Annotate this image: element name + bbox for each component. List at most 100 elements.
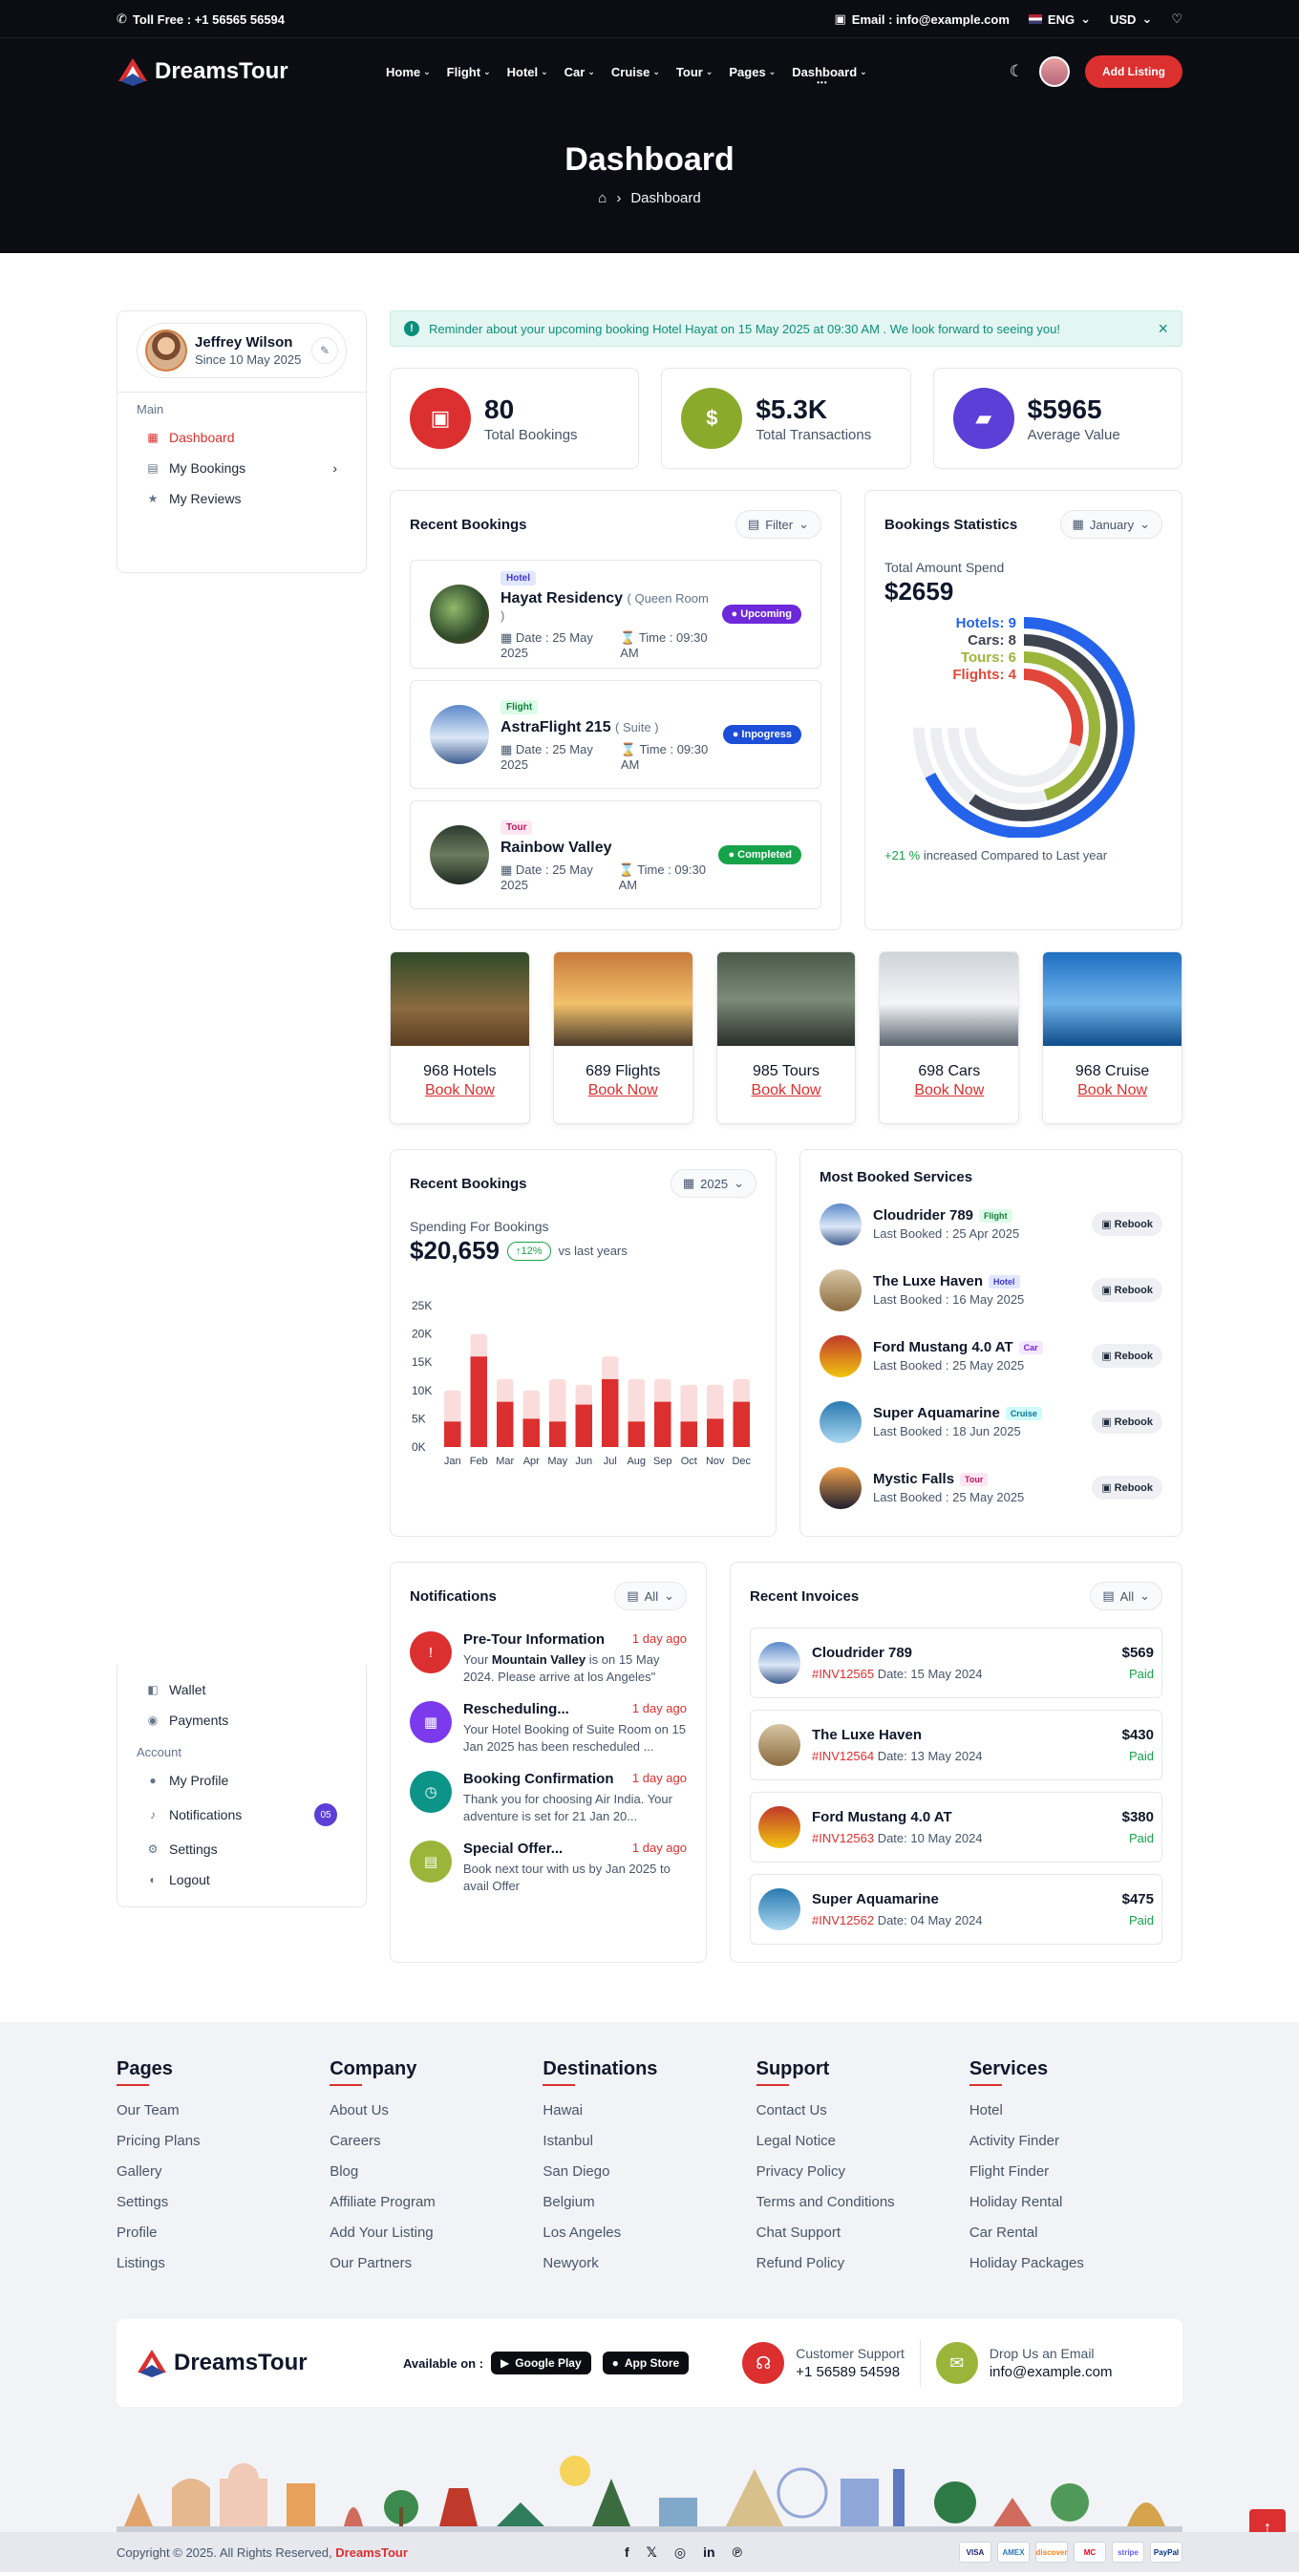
footer-link[interactable]: Settings <box>117 2187 330 2218</box>
x-icon[interactable]: 𝕏 <box>647 2544 657 2561</box>
footer-link[interactable]: Legal Notice <box>756 2126 969 2157</box>
notification-item[interactable]: ▤ Special Offer... 1 day ago Book next tour… <box>391 1841 706 1895</box>
user-avatar[interactable] <box>1039 56 1070 87</box>
footer-link[interactable]: Listings <box>117 2248 330 2279</box>
footer-link[interactable]: Profile <box>117 2218 330 2248</box>
book-now-link[interactable]: Book Now <box>717 1082 856 1099</box>
invoice-row[interactable]: Super Aquamarine #INV12562 Date: 04 May 2… <box>750 1874 1162 1945</box>
footer-link[interactable]: Belgium <box>543 2187 756 2218</box>
footer-link[interactable]: Refund Policy <box>756 2248 969 2279</box>
footer-link[interactable]: Pricing Plans <box>117 2126 330 2157</box>
home-icon[interactable]: ⌂ <box>598 190 607 206</box>
close-icon[interactable]: × <box>1158 319 1168 339</box>
book-now-link[interactable]: Book Now <box>554 1082 692 1099</box>
footer-link[interactable]: Hawai <box>543 2096 756 2126</box>
sidebar-item-wallet[interactable]: ◧ Wallet <box>137 1674 347 1705</box>
footer-logo[interactable]: DreamsTour <box>136 2348 403 2378</box>
footer-link[interactable]: Flight Finder <box>969 2157 1182 2187</box>
footer-link[interactable]: Activity Finder <box>969 2126 1182 2157</box>
notifications-filter[interactable]: ▤ All ⌄ <box>614 1582 687 1610</box>
footer-link[interactable]: Careers <box>330 2126 543 2157</box>
footer-link[interactable]: Gallery <box>117 2157 330 2187</box>
footer-link[interactable]: About Us <box>330 2096 543 2126</box>
topbar-email[interactable]: ▣ Email : info@example.com <box>835 11 1010 27</box>
footer-link[interactable]: Affiliate Program <box>330 2187 543 2218</box>
footer-link[interactable]: Holiday Rental <box>969 2187 1182 2218</box>
rebook-button[interactable]: ▣ Rebook <box>1092 1476 1162 1500</box>
rebook-button[interactable]: ▣ Rebook <box>1092 1278 1162 1302</box>
sidebar-item-payments[interactable]: ◉ Payments <box>137 1705 347 1735</box>
footer-email[interactable]: info@example.com <box>990 2364 1113 2380</box>
footer-link[interactable]: Blog <box>330 2157 543 2187</box>
nav-item-tour[interactable]: Tour ⌄ <box>676 65 713 79</box>
currency-select[interactable]: USD ⌄ <box>1110 11 1152 27</box>
notification-item[interactable]: ! Pre-Tour Information 1 day ago Your Mount… <box>391 1631 706 1686</box>
copyright-brand[interactable]: DreamsTour <box>335 2545 408 2560</box>
facebook-icon[interactable]: f <box>625 2544 629 2561</box>
invoice-row[interactable]: The Luxe Haven #INV12564 Date: 13 May 202… <box>750 1710 1162 1780</box>
nav-item-car[interactable]: Car ⌄ <box>564 65 595 79</box>
rebook-button[interactable]: ▣ Rebook <box>1092 1410 1162 1434</box>
footer-link[interactable]: Newyork <box>543 2248 756 2279</box>
instagram-icon[interactable]: ◎ <box>674 2544 686 2561</box>
footer-link[interactable]: Holiday Packages <box>969 2248 1182 2279</box>
invoice-row[interactable]: Ford Mustang 4.0 AT #INV12563 Date: 10 Ma… <box>750 1792 1162 1863</box>
year-select[interactable]: ▦ 2025 ⌄ <box>670 1169 756 1198</box>
footer-link[interactable]: Chat Support <box>756 2218 969 2248</box>
invoice-id[interactable]: #INV12562 <box>812 1913 874 1927</box>
footer-link[interactable]: Los Angeles <box>543 2218 756 2248</box>
footer-link[interactable]: Hotel <box>969 2096 1182 2126</box>
app-store-button[interactable]: ● App Store <box>602 2352 690 2374</box>
google-play-button[interactable]: ▶ Google Play <box>491 2352 591 2374</box>
footer-link[interactable]: Contact Us <box>756 2096 969 2126</box>
nav-item-pages[interactable]: Pages ⌄ <box>729 65 776 79</box>
footer-link[interactable]: Car Rental <box>969 2218 1182 2248</box>
invoice-row[interactable]: Cloudrider 789 #INV12565 Date: 15 May 202… <box>750 1628 1162 1698</box>
sidebar-item-logout[interactable]: ◐ Logout <box>137 1864 347 1895</box>
sidebar-item-my-reviews[interactable]: ★ My Reviews <box>137 483 347 514</box>
booking-item[interactable]: Flight AstraFlight 215 ( Suite ) ▦ Date : … <box>410 680 821 789</box>
footer-link[interactable]: Our Partners <box>330 2248 543 2279</box>
sidebar-item-notifications[interactable]: ♪ Notifications 05 <box>137 1796 347 1834</box>
nav-item-flight[interactable]: Flight ⌄ <box>447 65 491 79</box>
book-now-link[interactable]: Book Now <box>391 1082 529 1099</box>
notification-item[interactable]: ▦ Rescheduling... 1 day ago Your Hotel Book… <box>391 1701 706 1756</box>
invoice-id[interactable]: #INV12565 <box>812 1667 874 1681</box>
notification-item[interactable]: ◷ Booking Confirmation 1 day ago Thank you … <box>391 1771 706 1825</box>
footer-link[interactable]: San Diego <box>543 2157 756 2187</box>
book-now-link[interactable]: Book Now <box>880 1082 1018 1099</box>
rebook-button[interactable]: ▣ Rebook <box>1092 1212 1162 1236</box>
nav-item-dashboard[interactable]: Dashboard ⌄ ••• <box>792 65 867 87</box>
month-select[interactable]: ▦ January ⌄ <box>1059 510 1162 539</box>
support-phone[interactable]: +1 56589 54598 <box>796 2364 905 2380</box>
nav-item-cruise[interactable]: Cruise ⌄ <box>611 65 660 79</box>
footer-link[interactable]: Terms and Conditions <box>756 2187 969 2218</box>
nav-item-home[interactable]: Home ⌄ <box>386 65 431 79</box>
nav-item-hotel[interactable]: Hotel ⌄ <box>507 65 548 79</box>
sidebar-item-my-profile[interactable]: ● My Profile <box>137 1765 347 1796</box>
sidebar-item-my-bookings[interactable]: ▤ My Bookings › <box>137 453 347 483</box>
footer-link[interactable]: Privacy Policy <box>756 2157 969 2187</box>
invoice-id[interactable]: #INV12564 <box>812 1749 874 1763</box>
book-now-link[interactable]: Book Now <box>1043 1082 1182 1099</box>
wishlist-icon[interactable]: ♡ <box>1171 11 1182 27</box>
invoice-id[interactable]: #INV12563 <box>812 1831 874 1845</box>
pinterest-icon[interactable]: ℗ <box>733 2544 742 2561</box>
sidebar-item-settings[interactable]: ⚙ Settings <box>137 1834 347 1864</box>
sidebar-item-dashboard[interactable]: ▦ Dashboard <box>137 422 347 453</box>
booking-item[interactable]: Hotel Hayat Residency ( Queen Room ) ▦ Dat… <box>410 560 821 669</box>
booking-item[interactable]: Tour Rainbow Valley ▦ Date : 25 May 2025 ⌛ … <box>410 800 821 909</box>
chevron-down-icon: ⌄ <box>860 66 867 76</box>
linkedin-icon[interactable]: in <box>703 2544 714 2561</box>
rebook-button[interactable]: ▣ Rebook <box>1092 1344 1162 1368</box>
invoices-filter[interactable]: ▤ All ⌄ <box>1090 1582 1162 1610</box>
edit-profile-button[interactable]: ✎ <box>311 337 338 364</box>
language-select[interactable]: ENG ⌄ <box>1028 11 1091 27</box>
footer-link[interactable]: Istanbul <box>543 2126 756 2157</box>
footer-link[interactable]: Add Your Listing <box>330 2218 543 2248</box>
dark-mode-icon[interactable]: ☾ <box>1010 62 1024 81</box>
footer-link[interactable]: Our Team <box>117 2096 330 2126</box>
logo[interactable]: DreamsTour <box>117 56 386 87</box>
filter-button[interactable]: ▤ Filter ⌄ <box>735 510 821 539</box>
add-listing-button[interactable]: Add Listing <box>1085 55 1182 88</box>
